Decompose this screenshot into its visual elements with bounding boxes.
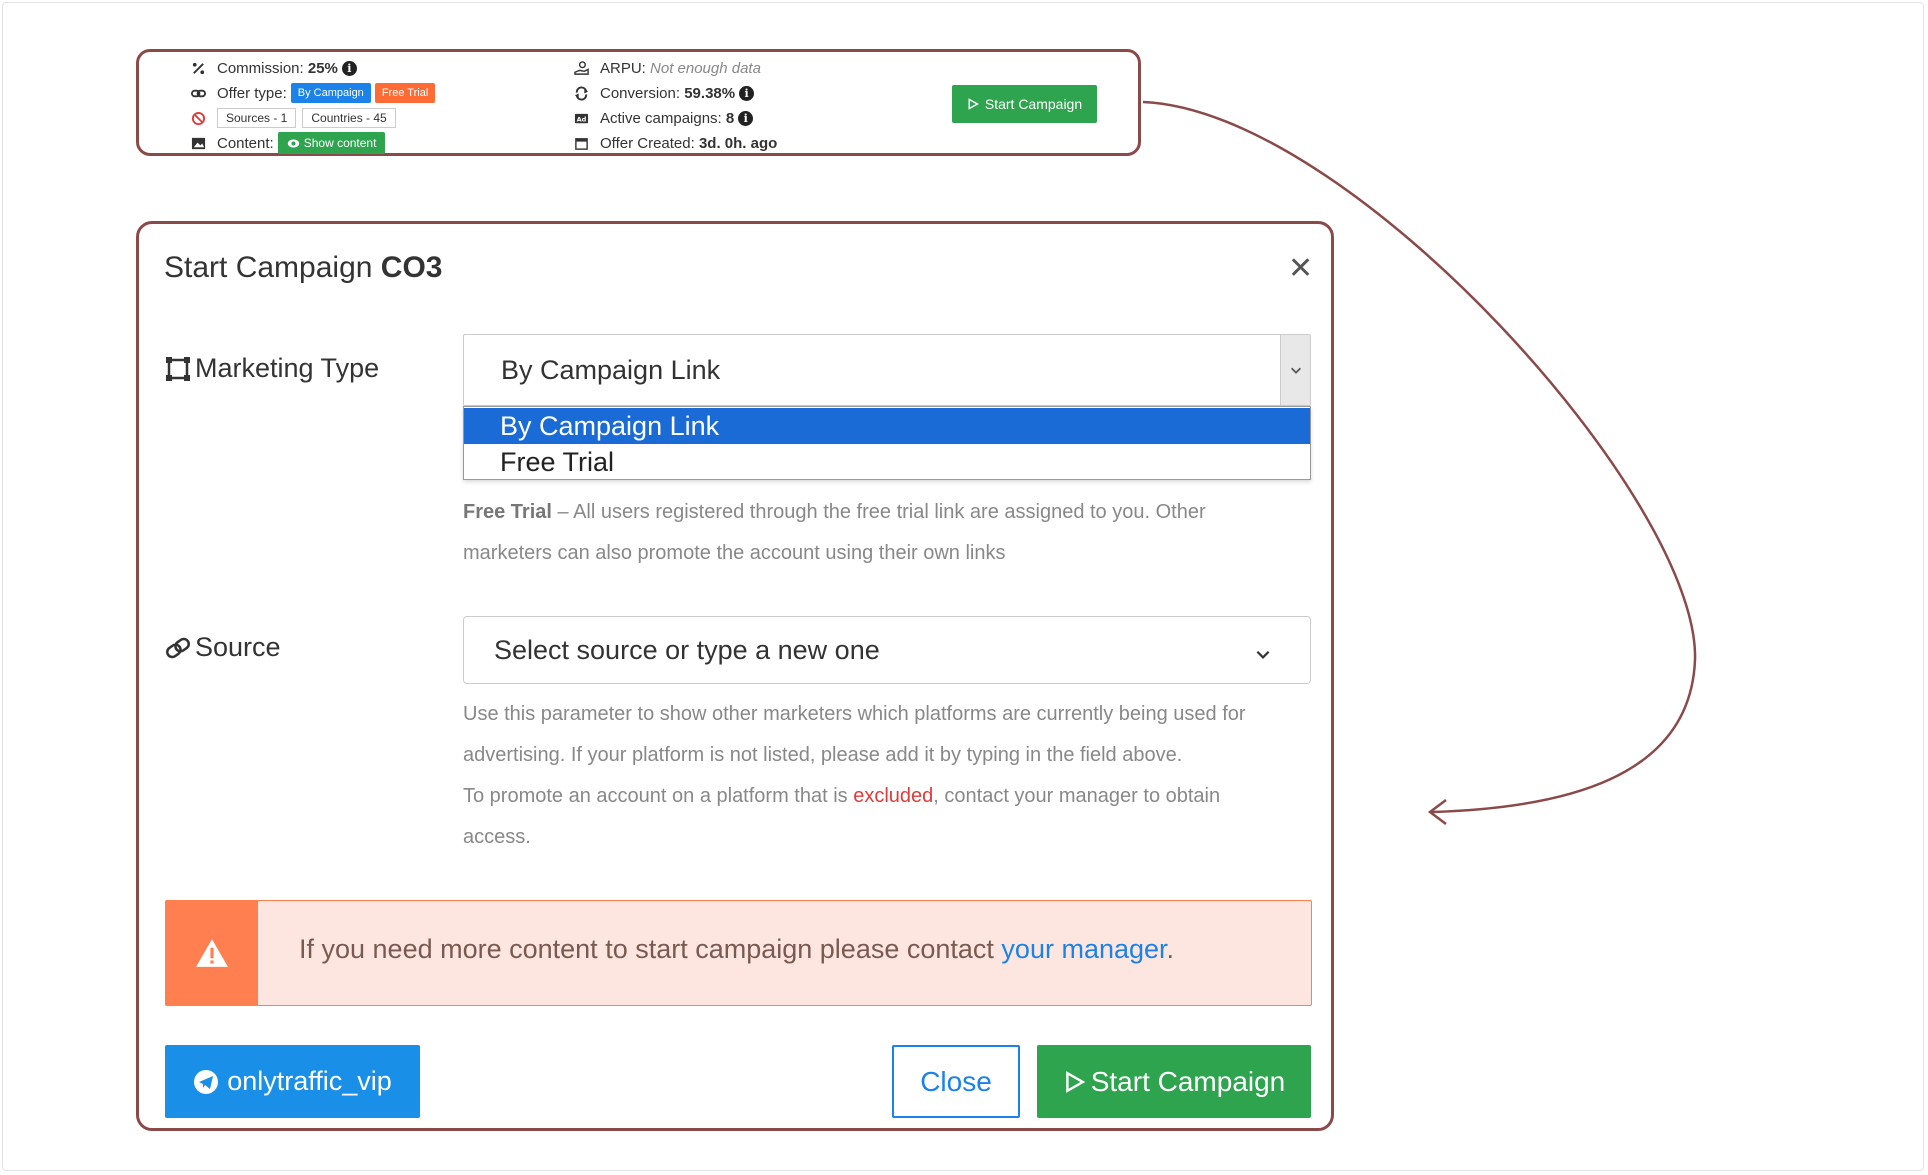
show-content-label: Show content	[303, 136, 377, 150]
arpu-value: Not enough data	[650, 59, 761, 77]
marketing-type-select[interactable]: By Campaign Link	[463, 334, 1311, 406]
marketing-type-help: Free Trial – All users registered throug…	[463, 492, 1206, 574]
source-placeholder: Select source or type a new one	[494, 634, 880, 665]
content-label: Content:	[217, 134, 274, 152]
source-select[interactable]: Select source or type a new one	[463, 616, 1311, 684]
marketing-type-dropdown: By Campaign Link Free Trial	[463, 406, 1311, 480]
sync-icon	[568, 85, 594, 101]
source-help-line4: access.	[463, 826, 531, 848]
dropdown-option-by-campaign-link[interactable]: By Campaign Link	[464, 408, 1310, 444]
link-icon	[166, 637, 190, 658]
targeting-row: Sources - 1 Countries - 45	[185, 106, 402, 130]
alert-suffix: .	[1166, 934, 1175, 964]
start-campaign-button-small[interactable]: Start Campaign	[952, 85, 1097, 123]
offer-type-label: Offer type:	[217, 84, 287, 102]
source-help-line3-post: , contact your manager to obtain	[933, 785, 1221, 807]
help-free-trial-line2: marketers can also promote the account u…	[463, 542, 1006, 564]
commission-label: Commission:	[217, 59, 304, 77]
image-icon	[185, 136, 211, 151]
active-campaigns-row: Ad Active campaigns: 8 i	[568, 106, 754, 130]
conversion-row: Conversion: 59.38% i	[568, 81, 755, 105]
vector-square-icon	[166, 356, 190, 381]
start-campaign-button[interactable]: Start Campaign	[1037, 1045, 1311, 1118]
marketing-type-label-text: Marketing Type	[195, 353, 380, 383]
sources-chip[interactable]: Sources - 1	[217, 108, 297, 128]
close-icon[interactable]: ✕	[1288, 254, 1313, 284]
telegram-handle: onlytraffic_vip	[227, 1066, 392, 1096]
offer-type-badge-by-campaign: By Campaign	[290, 83, 371, 103]
chevron-down-icon[interactable]	[1254, 639, 1272, 670]
percent-icon	[185, 61, 211, 76]
offer-summary-card: Commission: 25% i Offer type: By Campaig…	[136, 49, 1141, 156]
source-label-text: Source	[195, 632, 281, 662]
warning-icon	[166, 901, 258, 1005]
alert-text: If you need more content to start campai…	[299, 934, 1174, 965]
active-campaigns-value: 8	[725, 109, 735, 127]
modal-title-code: CO3	[380, 251, 443, 284]
play-icon	[1065, 1070, 1085, 1093]
excluded-link[interactable]: excluded	[853, 785, 933, 807]
offer-created-label: Offer Created:	[600, 134, 695, 152]
arpu-label: ARPU:	[600, 59, 646, 77]
telegram-manager-button[interactable]: onlytraffic_vip	[165, 1045, 420, 1118]
source-label: Source	[165, 632, 281, 663]
ad-icon: Ad	[568, 111, 594, 126]
your-manager-link[interactable]: your manager	[1001, 934, 1166, 964]
eye-icon	[287, 138, 299, 148]
commission-row: Commission: 25% i	[185, 56, 357, 80]
help-free-trial-bold: Free Trial	[463, 501, 552, 523]
offer-created-row: Offer Created: 3d. 0h. ago	[568, 131, 777, 155]
modal-title: Start Campaign CO3	[164, 251, 442, 285]
info-icon[interactable]: i	[738, 110, 754, 126]
marketing-type-label: Marketing Type	[165, 353, 379, 384]
commission-value: 25%	[307, 59, 338, 77]
info-icon[interactable]: i	[341, 60, 357, 76]
source-help-line2: advertising. If your platform is not lis…	[463, 744, 1183, 766]
content-row: Content: Show content	[185, 131, 386, 155]
conversion-label: Conversion:	[600, 84, 681, 102]
offer-created-value: 3d. 0h. ago	[698, 134, 778, 152]
offer-type-badge-free-trial: Free Trial	[374, 83, 436, 103]
alert-message: If you need more content to start campai…	[299, 934, 1002, 964]
countries-chip[interactable]: Countries - 45	[302, 108, 396, 128]
modal-title-prefix: Start Campaign	[164, 251, 373, 284]
help-free-trial-line1: – All users registered through the free …	[551, 501, 1206, 523]
ban-icon	[185, 111, 211, 126]
start-campaign-small-label: Start Campaign	[984, 96, 1083, 112]
chevron-down-icon[interactable]	[1280, 335, 1310, 405]
close-button[interactable]: Close	[892, 1045, 1020, 1118]
start-campaign-modal: Start Campaign CO3 ✕ Marketing Type By C…	[136, 221, 1334, 1131]
conversion-value: 59.38%	[684, 84, 736, 102]
marketing-type-selected: By Campaign Link	[501, 354, 721, 385]
link-icon	[185, 86, 211, 101]
info-icon[interactable]: i	[739, 85, 755, 101]
money-hand-icon	[568, 60, 594, 76]
svg-text:Ad: Ad	[576, 115, 586, 123]
show-content-button[interactable]: Show content	[277, 132, 386, 154]
offer-type-row: Offer type: By Campaign Free Trial	[185, 81, 436, 105]
source-help-line3-pre: To promote an account on a platform that…	[463, 785, 854, 807]
content-alert: If you need more content to start campai…	[165, 900, 1312, 1006]
start-campaign-label: Start Campaign	[1090, 1065, 1286, 1097]
source-help: Use this parameter to show other markete…	[463, 694, 1246, 858]
source-help-line1: Use this parameter to show other markete…	[463, 703, 1246, 725]
arpu-row: ARPU: Not enough data	[568, 56, 761, 80]
dropdown-option-free-trial[interactable]: Free Trial	[464, 444, 1310, 480]
calendar-icon	[568, 136, 594, 151]
telegram-icon	[194, 1069, 219, 1094]
active-campaigns-label: Active campaigns:	[600, 109, 722, 127]
play-icon	[968, 98, 979, 110]
